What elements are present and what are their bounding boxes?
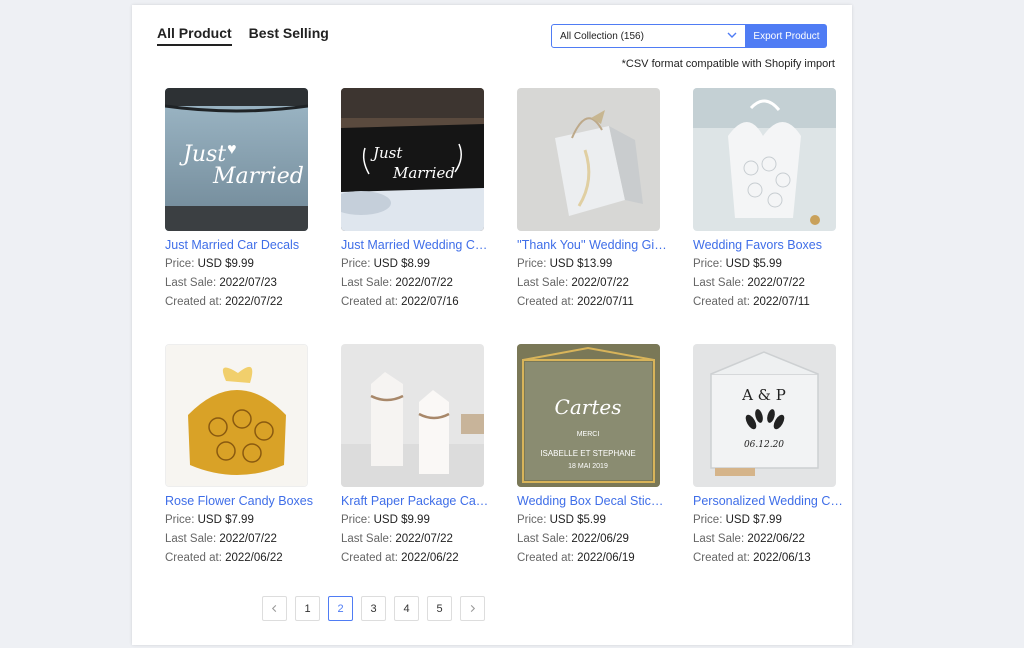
chevron-down-icon xyxy=(727,32,737,38)
product-last-sale: Last Sale: 2022/06/29 xyxy=(517,533,629,545)
image-text: Just xyxy=(370,144,403,162)
product-card[interactable]: Just ♥ Married Just Married Car Decals P… xyxy=(165,88,308,309)
product-last-sale: Last Sale: 2022/06/22 xyxy=(693,533,805,545)
image-text: Cartes xyxy=(555,395,622,419)
product-image: Cartes MERCI ISABELLE ET STEPHANE 18 MAI… xyxy=(517,344,660,487)
product-title[interactable]: Rose Flower Candy Boxes xyxy=(165,494,315,508)
product-price: Price: USD $8.99 xyxy=(341,258,430,270)
image-text: Married xyxy=(392,164,455,182)
product-image xyxy=(165,344,308,487)
product-last-sale: Last Sale: 2022/07/22 xyxy=(341,533,453,545)
product-card[interactable]: Wedding Favors Boxes Price: USD $5.99 La… xyxy=(693,88,836,309)
product-panel: All Product Best Selling All Collection … xyxy=(132,5,852,645)
pagination-page-4[interactable]: 4 xyxy=(394,596,419,621)
product-last-sale: Last Sale: 2022/07/22 xyxy=(341,277,453,289)
product-grid: Just ♥ Married Just Married Car Decals P… xyxy=(165,88,843,565)
chevron-left-icon xyxy=(271,604,277,613)
pagination-next-button[interactable] xyxy=(460,596,485,621)
product-card[interactable]: Cartes MERCI ISABELLE ET STEPHANE 18 MAI… xyxy=(517,344,667,565)
pagination-page-5[interactable]: 5 xyxy=(427,596,452,621)
product-image xyxy=(693,88,836,231)
product-price: Price: USD $7.99 xyxy=(693,514,782,526)
product-created-at: Created at: 2022/06/13 xyxy=(693,552,811,564)
product-created-at: Created at: 2022/06/22 xyxy=(165,552,283,564)
pagination-prev-button[interactable] xyxy=(262,596,287,621)
product-card[interactable]: Rose Flower Candy Boxes Price: USD $7.99… xyxy=(165,344,313,565)
tab-all-product[interactable]: All Product xyxy=(157,25,232,46)
product-card[interactable]: A & P 06.12.20 Personalized Wedding Card… xyxy=(693,344,843,565)
product-last-sale: Last Sale: 2022/07/23 xyxy=(165,277,277,289)
product-title[interactable]: Just Married Car Decals xyxy=(165,238,315,252)
product-title[interactable]: Kraft Paper Package Candy Box xyxy=(341,494,491,508)
product-title[interactable]: Wedding Favors Boxes xyxy=(693,238,843,252)
image-text: 18 MAI 2019 xyxy=(568,463,608,470)
product-image: Just ♥ Married xyxy=(165,88,308,231)
image-text: ISABELLE ET STEPHANE xyxy=(540,449,635,458)
product-price: Price: USD $5.99 xyxy=(517,514,606,526)
product-last-sale: Last Sale: 2022/07/22 xyxy=(693,277,805,289)
chevron-right-icon xyxy=(470,604,476,613)
product-created-at: Created at: 2022/07/22 xyxy=(165,296,283,308)
tab-best-selling[interactable]: Best Selling xyxy=(249,25,329,46)
image-text: MERCI xyxy=(577,431,600,438)
product-created-at: Created at: 2022/07/16 xyxy=(341,296,459,308)
export-product-button[interactable]: Export Product xyxy=(746,24,827,48)
product-created-at: Created at: 2022/07/11 xyxy=(693,296,810,308)
product-price: Price: USD $9.99 xyxy=(341,514,430,526)
product-created-at: Created at: 2022/07/11 xyxy=(517,296,634,308)
product-image: A & P 06.12.20 xyxy=(693,344,836,487)
product-card[interactable]: Just Married Just Married Wedding Car Si… xyxy=(341,88,491,309)
product-image: Just Married xyxy=(341,88,484,231)
product-image xyxy=(341,344,484,487)
image-text: Married xyxy=(212,164,304,189)
heart-icon: ♥ xyxy=(227,141,237,158)
pagination-page-3[interactable]: 3 xyxy=(361,596,386,621)
product-price: Price: USD $5.99 xyxy=(693,258,782,270)
product-title[interactable]: Just Married Wedding Car Sign xyxy=(341,238,491,252)
product-last-sale: Last Sale: 2022/07/22 xyxy=(165,533,277,545)
collection-select[interactable]: All Collection (156) xyxy=(551,24,746,48)
product-created-at: Created at: 2022/06/22 xyxy=(341,552,459,564)
product-title[interactable]: Personalized Wedding Card Box xyxy=(693,494,843,508)
pagination-page-1[interactable]: 1 xyxy=(295,596,320,621)
product-price: Price: USD $7.99 xyxy=(165,514,254,526)
csv-note: *CSV format compatible with Shopify impo… xyxy=(621,58,835,70)
product-last-sale: Last Sale: 2022/07/22 xyxy=(517,277,629,289)
product-card[interactable]: ''Thank You'' Wedding Gift Bags Price: U… xyxy=(517,88,667,309)
pagination-page-2[interactable]: 2 xyxy=(328,596,353,621)
product-title[interactable]: ''Thank You'' Wedding Gift Bags xyxy=(517,238,667,252)
product-price: Price: USD $13.99 xyxy=(517,258,613,270)
image-text: A & P xyxy=(741,386,786,404)
product-created-at: Created at: 2022/06/19 xyxy=(517,552,635,564)
product-image xyxy=(517,88,660,231)
pagination: 1 2 3 4 5 xyxy=(262,596,485,621)
product-tabs: All Product Best Selling xyxy=(157,25,329,46)
product-price: Price: USD $9.99 xyxy=(165,258,254,270)
product-title[interactable]: Wedding Box Decal Sticker xyxy=(517,494,667,508)
product-card[interactable]: Kraft Paper Package Candy Box Price: USD… xyxy=(341,344,491,565)
image-text: 06.12.20 xyxy=(744,440,784,450)
collection-select-value: All Collection (156) xyxy=(560,30,644,42)
